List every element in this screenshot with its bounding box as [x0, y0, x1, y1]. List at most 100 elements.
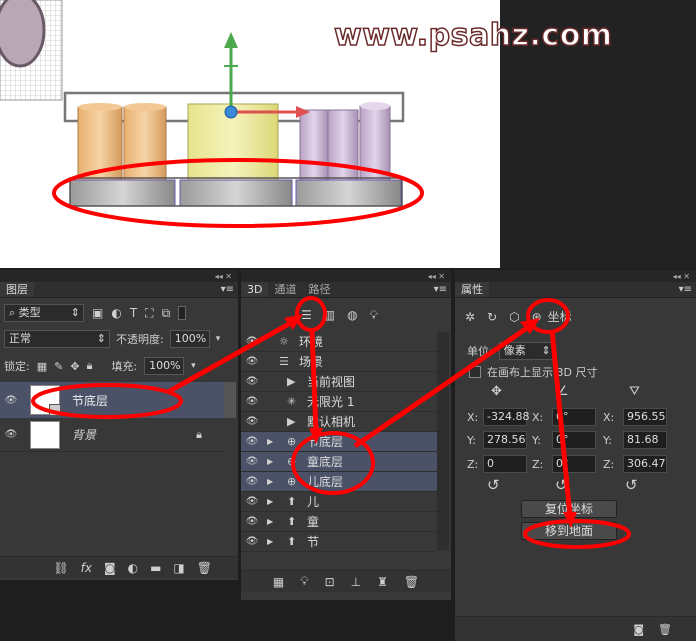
- position-y-input[interactable]: 278.56: [483, 431, 527, 449]
- visibility-eye-icon[interactable]: 👁︎: [245, 356, 259, 367]
- visibility-eye-icon[interactable]: 👁︎: [4, 429, 18, 440]
- panel-menu-icon[interactable]: ▾≡: [221, 282, 234, 298]
- link-layers-icon[interactable]: ⛓: [53, 561, 68, 575]
- document-canvas-area[interactable]: www.psahz.com: [0, 0, 696, 268]
- light-filter-icon[interactable]: 💡︎: [370, 308, 378, 323]
- panel-collapse-bar[interactable]: ◂◂ ✕: [455, 270, 696, 282]
- position-x-input[interactable]: -324.88: [483, 408, 529, 426]
- adjustment-layer-icon[interactable]: ◐: [128, 561, 138, 575]
- coordinates-icon[interactable]: ⊛: [532, 310, 542, 324]
- reset-position-icon[interactable]: ↺: [487, 476, 500, 494]
- opacity-input[interactable]: 100%: [169, 330, 210, 348]
- new-group-icon[interactable]: ▬: [150, 561, 161, 575]
- lock-position-icon[interactable]: ✥: [70, 360, 79, 373]
- expand-arrow-icon[interactable]: ▶: [267, 457, 279, 466]
- tab-properties[interactable]: 属性: [455, 282, 489, 297]
- layer-name[interactable]: 背景: [72, 426, 96, 443]
- rotation-y-input[interactable]: 0°: [552, 431, 596, 449]
- new-layer-icon[interactable]: ◨: [173, 561, 184, 575]
- expand-arrow-icon[interactable]: ▶: [267, 437, 279, 446]
- reset-coordinates-button[interactable]: 复位坐标: [521, 500, 617, 518]
- panel-collapse-bar[interactable]: ◂◂ ✕: [241, 270, 451, 282]
- scrollbar[interactable]: [437, 332, 449, 550]
- rotation-x-input[interactable]: 0°: [552, 408, 596, 426]
- type-filter-icon[interactable]: T: [130, 306, 137, 320]
- clip-to-layer-icon[interactable]: ◙: [633, 623, 644, 636]
- delete-layer-icon[interactable]: 🗑︎: [197, 561, 212, 575]
- new-light-icon[interactable]: ♜: [377, 575, 388, 589]
- scene-item-row[interactable]: 👁︎ ▶ ⊕ 儿底层: [241, 472, 437, 492]
- expand-arrow-icon[interactable]: ▶: [267, 497, 279, 506]
- scene-item-row[interactable]: 👁︎ ▶ ⊕ 童底层: [241, 452, 437, 472]
- scale-y-input[interactable]: 81.68: [623, 431, 667, 449]
- reset-rotation-icon[interactable]: ↺: [555, 476, 568, 494]
- layer-style-icon[interactable]: fx: [81, 561, 92, 575]
- visibility-eye-icon[interactable]: 👁︎: [245, 376, 259, 387]
- 3d-object-icon[interactable]: ⊡: [325, 575, 335, 589]
- render-icon[interactable]: ▦: [273, 575, 284, 589]
- mesh-properties-icon[interactable]: ✲: [465, 310, 475, 324]
- visibility-eye-icon[interactable]: 👁︎: [245, 496, 259, 507]
- scene-item-row[interactable]: 👁︎ ☼ 环境: [241, 332, 437, 352]
- delete-icon[interactable]: 🗑︎: [658, 623, 672, 636]
- scene-item-row[interactable]: 👁︎ ▶ 当前视图: [241, 372, 437, 392]
- visibility-eye-icon[interactable]: 👁︎: [4, 395, 18, 406]
- position-z-input[interactable]: 0: [483, 455, 527, 473]
- fill-dropdown-icon[interactable]: ▾: [191, 361, 196, 371]
- expand-arrow-icon[interactable]: ▶: [267, 477, 279, 486]
- expand-arrow-icon[interactable]: ▶: [267, 517, 279, 526]
- scale-x-input[interactable]: 956.55: [623, 408, 667, 426]
- scene-item-row[interactable]: 👁︎ ✳ 无限光 1: [241, 392, 437, 412]
- unit-select[interactable]: 像素 ⇕: [498, 342, 555, 360]
- add-mask-icon[interactable]: ◙: [104, 561, 116, 575]
- ground-icon[interactable]: ⊥: [351, 575, 361, 589]
- layer-row[interactable]: 👁︎ 背景 🔒︎: [0, 418, 224, 452]
- cap-icon[interactable]: ⬡: [509, 310, 519, 324]
- scene-item-row[interactable]: 👁︎ ▶ ⬆ 儿: [241, 492, 437, 512]
- show-3d-size-checkbox[interactable]: [469, 366, 481, 378]
- tab-paths[interactable]: 路径: [302, 282, 336, 297]
- visibility-eye-icon[interactable]: 👁︎: [245, 536, 259, 547]
- scene-item-row[interactable]: 👁︎ ▶ 默认相机: [241, 412, 437, 432]
- layer-row[interactable]: 👁︎ 节底层: [0, 382, 224, 418]
- move-to-ground-button[interactable]: 移到地面: [521, 522, 617, 540]
- visibility-eye-icon[interactable]: 👁︎: [245, 396, 259, 407]
- panel-menu-icon[interactable]: ▾≡: [679, 282, 692, 298]
- lock-all-icon[interactable]: 🔒︎: [87, 359, 93, 373]
- smart-object-filter-icon[interactable]: ⧉: [162, 306, 171, 321]
- layer-name[interactable]: 节底层: [72, 392, 108, 409]
- panel-collapse-bar[interactable]: ◂◂ ✕: [0, 270, 238, 282]
- layer-scrollbar[interactable]: [224, 382, 236, 418]
- shape-filter-icon[interactable]: ⛶: [145, 306, 153, 321]
- visibility-eye-icon[interactable]: 👁︎: [245, 336, 259, 347]
- layer-filter-select[interactable]: ⌕ 类型 ⇕: [4, 304, 84, 322]
- rotation-z-input[interactable]: 0°: [552, 455, 596, 473]
- fill-input[interactable]: 100%: [144, 357, 185, 375]
- tab-layers[interactable]: 图层: [0, 282, 34, 297]
- visibility-eye-icon[interactable]: 👁︎: [245, 416, 259, 427]
- scene-item-row[interactable]: 👁︎ ▶ ⬆ 童: [241, 512, 437, 532]
- mesh-filter-icon[interactable]: ▥: [324, 308, 335, 323]
- visibility-eye-icon[interactable]: 👁︎: [245, 456, 259, 467]
- material-filter-icon[interactable]: ◍: [347, 308, 357, 323]
- lock-transparent-icon[interactable]: ▦: [37, 360, 47, 373]
- deform-icon[interactable]: ↻: [487, 310, 497, 324]
- scale-z-input[interactable]: 306.47: [623, 455, 667, 473]
- scene-item-row[interactable]: 👁︎ ☰ 场景: [241, 352, 437, 372]
- scene-item-row[interactable]: 👁︎ ▶ ⬆ 节: [241, 532, 437, 552]
- tab-channels[interactable]: 通道: [268, 282, 302, 297]
- image-filter-icon[interactable]: ▣: [92, 306, 103, 320]
- visibility-eye-icon[interactable]: 👁︎: [245, 516, 259, 527]
- scene-item-row[interactable]: 👁︎ ▶ ⊕ 节底层: [241, 432, 437, 452]
- add-light-icon[interactable]: 💡︎: [300, 574, 308, 589]
- tab-3d[interactable]: 3D: [241, 282, 269, 297]
- expand-arrow-icon[interactable]: ▶: [267, 537, 279, 546]
- filter-toggle-icon[interactable]: [178, 306, 187, 320]
- blend-mode-select[interactable]: 正常 ⇕: [4, 330, 110, 348]
- lock-image-icon[interactable]: ✎: [54, 360, 63, 373]
- adjustment-filter-icon[interactable]: ◐: [111, 306, 121, 320]
- visibility-eye-icon[interactable]: 👁︎: [245, 436, 259, 447]
- reset-scale-icon[interactable]: ↺: [625, 476, 638, 494]
- visibility-eye-icon[interactable]: 👁︎: [245, 476, 259, 487]
- opacity-dropdown-icon[interactable]: ▾: [216, 334, 221, 344]
